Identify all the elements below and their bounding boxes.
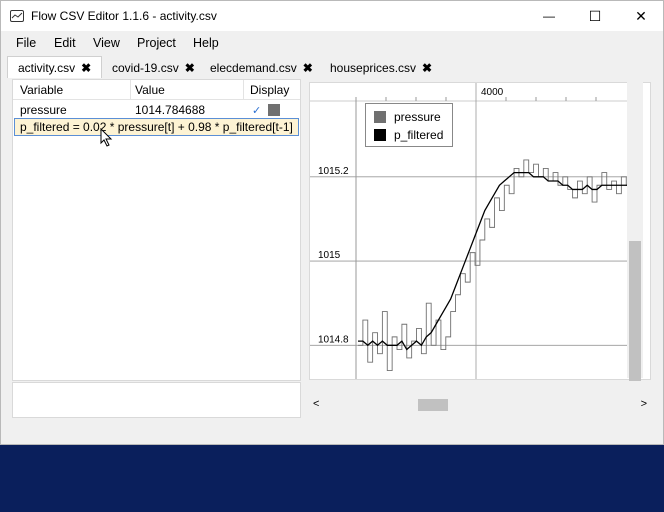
header-display[interactable]: Display bbox=[250, 83, 289, 97]
app-logo-icon bbox=[10, 10, 24, 22]
formula-output-box[interactable] bbox=[12, 382, 301, 418]
close-tab-icon[interactable]: ✖ bbox=[422, 61, 432, 75]
header-value[interactable]: Value bbox=[135, 83, 165, 97]
tab-activity[interactable]: activity.csv ✖ bbox=[7, 56, 102, 78]
menu-edit[interactable]: Edit bbox=[54, 36, 76, 50]
x-tick-label: 4000 bbox=[481, 87, 504, 98]
series-color-swatch[interactable] bbox=[268, 104, 280, 116]
close-tab-icon[interactable]: ✖ bbox=[185, 61, 195, 75]
table-row[interactable]: pressure 1014.784688 ✓ bbox=[13, 102, 300, 118]
y-tick-label: 1014.8 bbox=[318, 334, 349, 345]
close-tab-icon[interactable]: ✖ bbox=[303, 61, 313, 75]
scroll-right-icon[interactable]: > bbox=[641, 398, 647, 410]
series-line-pressure bbox=[358, 159, 637, 372]
maximize-button[interactable]: ☐ bbox=[572, 1, 618, 31]
tab-label: covid-19.csv bbox=[112, 61, 179, 75]
tab-covid-19[interactable]: covid-19.csv ✖ bbox=[102, 58, 200, 78]
chart-legend: pressure p_filtered bbox=[365, 103, 453, 147]
formula-edit-row[interactable] bbox=[14, 118, 299, 136]
close-tab-icon[interactable]: ✖ bbox=[81, 61, 91, 75]
display-checkbox[interactable]: ✓ bbox=[252, 104, 264, 117]
variable-name: pressure bbox=[20, 103, 67, 117]
app-window: Flow CSV Editor 1.1.6 - activity.csv — ☐… bbox=[0, 0, 664, 445]
line-chart: 4000 1015.2 1015 1014.8 bbox=[310, 83, 638, 379]
close-icon: ✕ bbox=[635, 7, 647, 24]
tab-bar: activity.csv ✖ covid-19.csv ✖ elecdemand… bbox=[1, 56, 663, 78]
legend-swatch bbox=[374, 129, 386, 141]
menu-bar: File Edit View Project Help bbox=[1, 32, 663, 54]
variable-grid: Variable Value Display pressure 1014.784… bbox=[12, 79, 301, 381]
legend-item: pressure bbox=[374, 109, 441, 125]
menu-view[interactable]: View bbox=[93, 36, 120, 50]
window-title: Flow CSV Editor 1.1.6 - activity.csv bbox=[31, 9, 217, 23]
title-bar[interactable]: Flow CSV Editor 1.1.6 - activity.csv — ☐… bbox=[1, 1, 663, 31]
maximize-icon: ☐ bbox=[588, 7, 602, 24]
chart-vertical-scrollbar[interactable] bbox=[627, 81, 643, 381]
tab-houseprices[interactable]: houseprices.csv ✖ bbox=[320, 58, 440, 78]
tab-label: activity.csv bbox=[18, 60, 76, 75]
minimize-icon: — bbox=[543, 9, 555, 23]
tab-label: houseprices.csv bbox=[330, 61, 417, 75]
menu-help[interactable]: Help bbox=[193, 36, 219, 50]
variable-value: 1014.784688 bbox=[135, 103, 206, 117]
y-tick-label: 1015.2 bbox=[318, 166, 349, 177]
mouse-cursor-icon bbox=[100, 128, 113, 147]
legend-label: p_filtered bbox=[394, 128, 444, 142]
close-button[interactable]: ✕ bbox=[618, 1, 664, 31]
scroll-thumb[interactable] bbox=[629, 241, 641, 381]
header-variable[interactable]: Variable bbox=[20, 83, 63, 97]
scroll-left-icon[interactable]: < bbox=[313, 398, 319, 410]
scroll-thumb[interactable] bbox=[418, 399, 448, 411]
grid-header: Variable Value Display bbox=[13, 80, 300, 100]
legend-swatch bbox=[374, 111, 386, 123]
formula-input[interactable] bbox=[20, 120, 298, 134]
chart-pane[interactable]: 4000 1015.2 1015 1014.8 pressure p_filtered bbox=[309, 82, 651, 380]
legend-item: p_filtered bbox=[374, 127, 443, 143]
minimize-button[interactable]: — bbox=[526, 1, 572, 31]
menu-project[interactable]: Project bbox=[137, 36, 176, 50]
legend-label: pressure bbox=[394, 110, 441, 124]
menu-file[interactable]: File bbox=[16, 36, 36, 50]
y-tick-label: 1015 bbox=[318, 250, 341, 261]
tab-elecdemand[interactable]: elecdemand.csv ✖ bbox=[200, 58, 318, 78]
tab-label: elecdemand.csv bbox=[210, 61, 297, 75]
chart-horizontal-scrollbar[interactable]: < > bbox=[309, 396, 651, 414]
